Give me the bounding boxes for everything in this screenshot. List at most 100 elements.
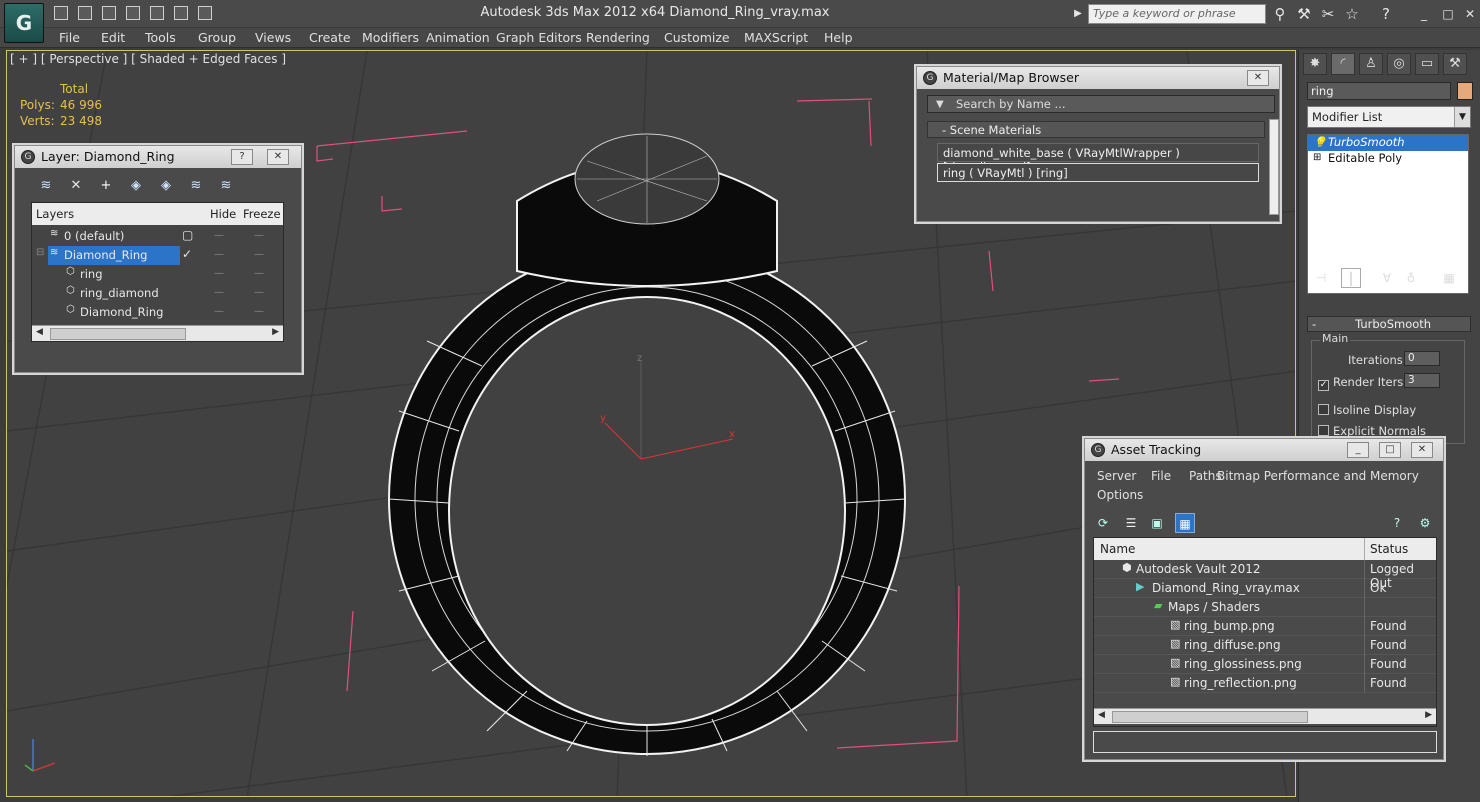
menu-create[interactable]: Create bbox=[309, 30, 351, 45]
communication-icon[interactable]: ✂ bbox=[1318, 4, 1338, 24]
layer-row[interactable]: ⬡ ring — — bbox=[32, 265, 283, 284]
remove-modifier-icon[interactable]: ♁ bbox=[1401, 268, 1421, 288]
vertical-scrollbar[interactable] bbox=[1269, 119, 1279, 215]
asset-row[interactable]: ▶ Diamond_Ring_vray.max Ok bbox=[1094, 579, 1436, 598]
asset-row[interactable]: ▧ ring_reflection.png Found bbox=[1094, 674, 1436, 693]
modifier-list-dropdown[interactable]: Modifier List ▼ bbox=[1307, 106, 1471, 128]
minimize-icon[interactable]: _ bbox=[1414, 4, 1434, 24]
render-iters-row[interactable]: ✓ Render Iters: bbox=[1318, 375, 1407, 391]
create-tab-icon[interactable]: ✸ bbox=[1303, 53, 1327, 75]
menu-edit[interactable]: Edit bbox=[101, 30, 125, 45]
freeze-all-icon[interactable]: ≋ bbox=[215, 176, 237, 196]
close-button[interactable]: ✕ bbox=[267, 149, 289, 165]
horizontal-scrollbar[interactable]: ◀ ▶ bbox=[32, 325, 283, 341]
help-icon[interactable]: ? bbox=[1376, 4, 1396, 24]
menu-help[interactable]: Help bbox=[824, 30, 853, 45]
menu-file[interactable]: File bbox=[1151, 469, 1171, 483]
col-layers[interactable]: Layers bbox=[36, 207, 74, 221]
minimize-icon[interactable]: _ bbox=[1347, 442, 1369, 458]
new-layer-icon[interactable]: ≋ bbox=[35, 176, 57, 196]
scroll-thumb[interactable] bbox=[50, 328, 186, 340]
layer-dialog-titlebar[interactable]: G Layer: Diamond_Ring ? ✕ bbox=[15, 146, 301, 168]
object-name-field[interactable]: ring bbox=[1307, 82, 1451, 100]
material-search-input[interactable]: ▼ Search by Name ... bbox=[927, 95, 1275, 113]
lightbulb-icon[interactable]: 💡 bbox=[1313, 136, 1327, 149]
asset-row[interactable]: ▰ Maps / Shaders bbox=[1094, 598, 1436, 617]
asset-row[interactable]: ▧ ring_bump.png Found bbox=[1094, 617, 1436, 636]
menu-options[interactable]: Options bbox=[1097, 488, 1143, 502]
menu-graph-editors[interactable]: Graph Editors bbox=[496, 30, 582, 45]
material-browser-titlebar[interactable]: G Material/Map Browser ✕ bbox=[917, 67, 1279, 89]
menu-group[interactable]: Group bbox=[198, 30, 236, 45]
pin-stack-icon[interactable]: ⊣ bbox=[1311, 268, 1331, 288]
favorites-star-icon[interactable]: ☆ bbox=[1342, 4, 1362, 24]
expand-plus-icon[interactable]: ⊞ bbox=[1313, 152, 1321, 163]
app-menu-button[interactable]: G bbox=[4, 3, 44, 43]
close-icon[interactable]: ✕ bbox=[1411, 442, 1433, 458]
render-iters-checkbox[interactable]: ✓ bbox=[1318, 380, 1329, 391]
checkmark-icon[interactable]: ✓ bbox=[182, 247, 192, 261]
material-item[interactable]: diamond_white_base ( VRayMtlWrapper ) [r… bbox=[937, 143, 1259, 174]
collapse-icon[interactable]: ⊟ bbox=[36, 247, 44, 258]
render-iters-spinner[interactable]: 3 bbox=[1404, 373, 1440, 388]
menu-tools[interactable]: Tools bbox=[145, 30, 176, 45]
show-end-result-icon[interactable]: ┃ bbox=[1341, 268, 1361, 288]
col-freeze[interactable]: Freeze bbox=[243, 207, 281, 221]
iterations-spinner[interactable]: 0 bbox=[1404, 351, 1440, 366]
menu-rendering[interactable]: Rendering bbox=[586, 30, 650, 45]
hide-all-icon[interactable]: ≋ bbox=[185, 176, 207, 196]
refresh-icon[interactable]: ⟳ bbox=[1093, 513, 1113, 533]
layer-row[interactable]: ⬡ ring_diamond — — bbox=[32, 284, 283, 303]
add-to-layer-icon[interactable]: + bbox=[95, 176, 117, 196]
material-item[interactable]: ring ( VRayMtl ) [ring] bbox=[937, 163, 1259, 182]
list-view-icon[interactable]: ☰ bbox=[1121, 513, 1141, 533]
close-button[interactable]: ✕ bbox=[1247, 70, 1269, 86]
help-search-input[interactable]: Type a keyword or phrase bbox=[1088, 4, 1266, 24]
stack-item-editable-poly[interactable]: ⊞ Editable Poly bbox=[1308, 151, 1468, 167]
utilities-tab-icon[interactable]: ⚒ bbox=[1443, 53, 1467, 75]
horizontal-scrollbar[interactable]: ◀ ▶ bbox=[1094, 708, 1436, 724]
layer-row[interactable]: ≋ 0 (default) ▢ — — bbox=[32, 227, 283, 246]
menu-animation[interactable]: Animation bbox=[426, 30, 490, 45]
subscription-icon[interactable]: ⚒ bbox=[1294, 4, 1314, 24]
menu-file[interactable]: File bbox=[59, 30, 80, 45]
asset-row[interactable]: ⬢ Autodesk Vault 2012 Logged Out bbox=[1094, 560, 1436, 590]
stack-item-turbosmooth[interactable]: 💡 TurboSmooth bbox=[1308, 135, 1468, 151]
motion-tab-icon[interactable]: ◎ bbox=[1387, 53, 1411, 75]
asset-row[interactable]: ▧ ring_glossiness.png Found bbox=[1094, 655, 1436, 674]
isoline-row[interactable]: Isoline Display bbox=[1318, 403, 1416, 417]
explicit-normals-checkbox[interactable] bbox=[1318, 425, 1329, 436]
menu-server[interactable]: Server bbox=[1097, 469, 1136, 483]
maximize-icon[interactable]: □ bbox=[1379, 442, 1401, 458]
expand-arrow-icon[interactable]: ▶ bbox=[1068, 4, 1088, 24]
maximize-icon[interactable]: □ bbox=[1438, 4, 1458, 24]
asset-tracking-titlebar[interactable]: G Asset Tracking _ □ ✕ bbox=[1085, 439, 1443, 461]
col-status[interactable]: Status bbox=[1370, 542, 1408, 556]
help-icon[interactable]: ? bbox=[1387, 513, 1407, 533]
display-tab-icon[interactable]: ▭ bbox=[1415, 53, 1439, 75]
scene-materials-group[interactable]: - Scene Materials bbox=[927, 121, 1265, 138]
binoculars-icon[interactable]: ⚲ bbox=[1270, 4, 1290, 24]
menu-modifiers[interactable]: Modifiers bbox=[362, 30, 419, 45]
scroll-left-icon[interactable]: ◀ bbox=[36, 327, 43, 337]
table-view-icon[interactable]: ▦ bbox=[1175, 513, 1195, 533]
layer-row[interactable]: ⊟ ≋ Diamond_Ring ✓ — — bbox=[32, 246, 283, 265]
delete-layer-icon[interactable]: ✕ bbox=[65, 176, 87, 196]
explicit-normals-row[interactable]: Explicit Normals bbox=[1318, 424, 1426, 438]
close-window-icon[interactable]: ✕ bbox=[1460, 4, 1480, 24]
scroll-right-icon[interactable]: ▶ bbox=[272, 327, 279, 337]
thumbnail-view-icon[interactable]: ▣ bbox=[1147, 513, 1167, 533]
col-hide[interactable]: Hide bbox=[210, 207, 236, 221]
asset-row[interactable]: ▧ ring_diffuse.png Found bbox=[1094, 636, 1436, 655]
select-objects-icon[interactable]: ◈ bbox=[125, 176, 147, 196]
scroll-thumb[interactable] bbox=[1112, 711, 1308, 723]
search-options-icon[interactable]: ▼ bbox=[936, 99, 944, 110]
menu-views[interactable]: Views bbox=[255, 30, 291, 45]
menu-bitmap-performance[interactable]: Bitmap Performance and Memory bbox=[1217, 469, 1419, 483]
current-layer-box-icon[interactable]: ▢ bbox=[182, 228, 193, 242]
modify-tab-icon[interactable]: ◜ bbox=[1331, 53, 1355, 75]
col-name[interactable]: Name bbox=[1100, 542, 1135, 556]
layer-row[interactable]: ⬡ Diamond_Ring — — bbox=[32, 303, 283, 322]
make-unique-icon[interactable]: ∀ bbox=[1377, 268, 1397, 288]
hierarchy-tab-icon[interactable]: ♙ bbox=[1359, 53, 1383, 75]
